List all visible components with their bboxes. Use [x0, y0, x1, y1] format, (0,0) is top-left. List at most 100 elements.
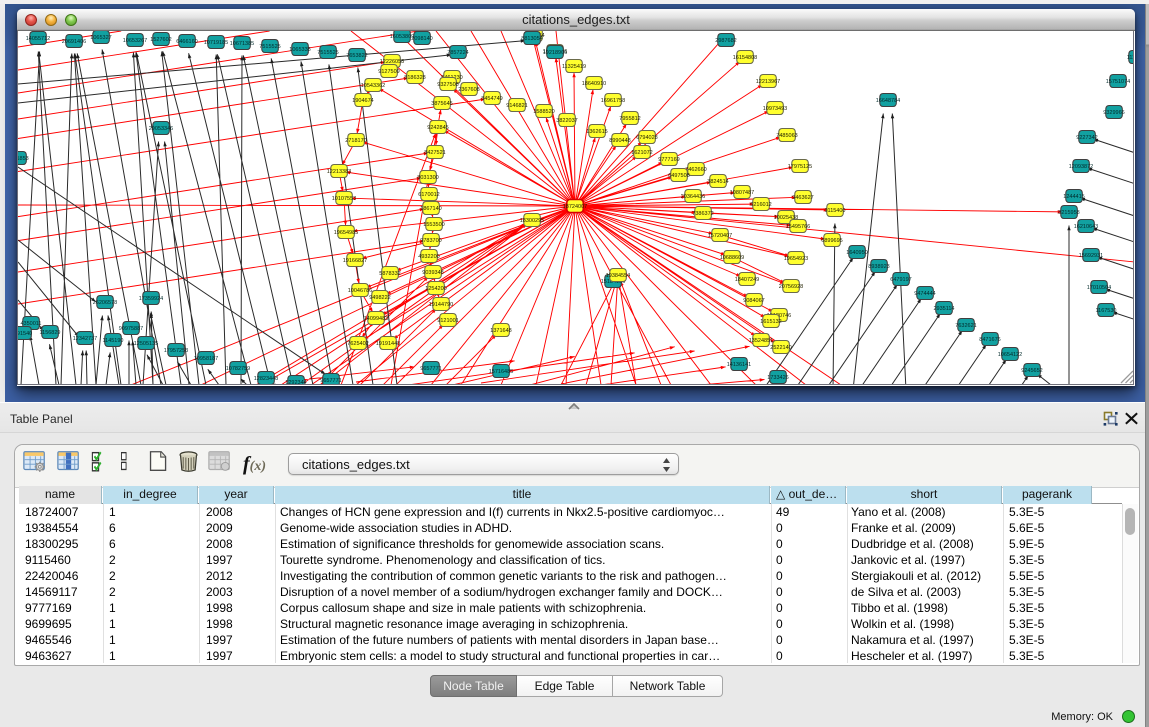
svg-text:14099483: 14099483	[364, 316, 388, 322]
svg-text:9039348: 9039348	[422, 270, 443, 276]
svg-text:9327508: 9327508	[437, 82, 458, 88]
svg-text:17359924: 17359924	[139, 296, 163, 302]
svg-text:1615132: 1615132	[760, 319, 781, 325]
svg-text:18407249: 18407249	[735, 277, 759, 283]
svg-text:7515525: 7515525	[317, 50, 338, 56]
svg-text:391540: 391540	[18, 331, 32, 337]
svg-text:14055712: 14055712	[26, 36, 50, 42]
svg-text:6899695: 6899695	[821, 238, 842, 244]
svg-text:3875645: 3875645	[431, 101, 452, 107]
svg-text:9121001: 9121001	[437, 318, 458, 324]
svg-text:9127509: 9127509	[378, 69, 399, 75]
svg-text:8186328: 8186328	[404, 75, 425, 81]
svg-text:20691406: 20691406	[62, 39, 86, 45]
svg-text:12823448: 12823448	[254, 376, 278, 382]
svg-text:3822037: 3822037	[556, 118, 577, 124]
svg-text:7632621: 7632621	[955, 323, 976, 329]
svg-text:1145190: 1145190	[102, 338, 123, 344]
svg-text:19654923: 19654923	[784, 256, 808, 262]
svg-text:7515525: 7515525	[259, 44, 280, 50]
svg-text:26206578: 26206578	[93, 300, 117, 306]
svg-text:15751074: 15751074	[1106, 79, 1130, 85]
svg-text:1527602: 1527602	[150, 37, 171, 43]
svg-text:9474444: 9474444	[914, 291, 935, 297]
svg-text:14136141: 14136141	[727, 362, 751, 368]
svg-text:8454749: 8454749	[481, 96, 502, 102]
svg-text:19384554: 19384554	[606, 273, 630, 279]
svg-text:13524851: 13524851	[749, 338, 773, 344]
svg-text:10782759: 10782759	[226, 366, 250, 372]
svg-text:2718170: 2718170	[345, 138, 366, 144]
svg-text:10671385: 10671385	[230, 41, 254, 47]
svg-text:16961758: 16961758	[601, 98, 625, 104]
svg-text:1362615: 1362615	[586, 129, 607, 135]
svg-text:1733426: 1733426	[767, 375, 788, 381]
svg-text:15692931: 15692931	[1079, 253, 1103, 259]
svg-text:1621072: 1621072	[631, 150, 652, 156]
svg-text:1904674: 1904674	[352, 98, 373, 104]
svg-text:9329966: 9329966	[1103, 110, 1124, 116]
svg-text:17975125: 17975125	[788, 164, 812, 170]
svg-text:2367608: 2367608	[458, 87, 479, 93]
svg-text:10046786: 10046786	[348, 288, 372, 294]
svg-text:10688609: 10688609	[720, 255, 744, 261]
svg-text:16648784: 16648784	[876, 98, 900, 104]
svg-text:8938923: 8938923	[868, 264, 889, 270]
svg-text:12226058: 12226058	[380, 59, 404, 65]
svg-text:1891853: 1891853	[18, 156, 29, 162]
svg-text:8427521: 8427521	[424, 150, 445, 156]
svg-text:8813054: 8813054	[521, 36, 542, 42]
svg-text:9242845: 9242845	[427, 125, 448, 131]
svg-text:2935114: 2935114	[933, 306, 954, 312]
svg-text:4350011: 4350011	[20, 321, 41, 327]
svg-text:12213383: 12213383	[327, 169, 351, 175]
svg-text:1553500: 1553500	[423, 222, 444, 228]
svg-text:10543362: 10543362	[361, 83, 385, 89]
svg-text:10719185: 10719185	[204, 40, 228, 46]
svg-text:9463627: 9463627	[792, 195, 813, 201]
svg-text:12093872: 12093872	[1069, 164, 1093, 170]
svg-text:7625402: 7625402	[347, 341, 368, 347]
svg-text:9146821: 9146821	[506, 103, 527, 109]
svg-text:8990448: 8990448	[609, 138, 630, 144]
svg-text:9657771: 9657771	[320, 378, 341, 384]
svg-text:9227342: 9227342	[1076, 135, 1097, 141]
svg-text:6497508: 6497508	[668, 173, 689, 179]
svg-text:1867140: 1867140	[420, 206, 441, 212]
svg-text:1292344: 1292344	[285, 380, 306, 385]
svg-text:10807487: 10807487	[730, 190, 754, 196]
svg-text:15716485: 15716485	[489, 369, 513, 375]
svg-text:7857224: 7857224	[447, 50, 468, 56]
svg-text:9084067: 9084067	[743, 298, 764, 304]
svg-text:1117530: 1117530	[1127, 55, 1134, 61]
svg-text:10653267: 10653267	[123, 38, 147, 44]
svg-text:6466160: 6466160	[176, 39, 197, 45]
svg-text:6794028: 6794028	[636, 135, 657, 141]
svg-text:19166827: 19166827	[343, 258, 367, 264]
svg-text:9115400: 9115400	[824, 208, 845, 214]
svg-text:18640910: 18640910	[582, 81, 606, 87]
svg-text:11325419: 11325419	[562, 64, 586, 70]
svg-text:2522140: 2522140	[770, 345, 791, 351]
svg-text:90975887: 90975887	[119, 326, 143, 332]
svg-text:7653822: 7653822	[346, 53, 367, 59]
svg-text:10654122: 10654122	[998, 352, 1022, 358]
svg-text:15495766: 15495766	[786, 224, 810, 230]
svg-text:9657771: 9657771	[420, 366, 441, 372]
svg-text:7386372: 7386372	[692, 211, 713, 217]
svg-text:9783700: 9783700	[420, 238, 441, 244]
svg-text:8031300: 8031300	[417, 175, 438, 181]
svg-text:20364436: 20364436	[681, 194, 705, 200]
svg-text:19144790: 19144790	[429, 302, 453, 308]
svg-text:9777169: 9777169	[658, 157, 679, 163]
svg-text:9498222: 9498222	[369, 295, 390, 301]
svg-text:1156829: 1156829	[39, 330, 60, 336]
svg-text:1065327: 1065327	[90, 35, 111, 41]
svg-text:4932200: 4932200	[418, 254, 439, 260]
svg-text:10958187: 10958187	[194, 356, 218, 362]
svg-text:9245652: 9245652	[1021, 368, 1042, 374]
svg-text:5878332: 5878332	[379, 271, 400, 277]
svg-text:18300295: 18300295	[520, 218, 544, 224]
svg-text:7485063: 7485063	[776, 133, 797, 139]
svg-text:19654985: 19654985	[334, 230, 358, 236]
